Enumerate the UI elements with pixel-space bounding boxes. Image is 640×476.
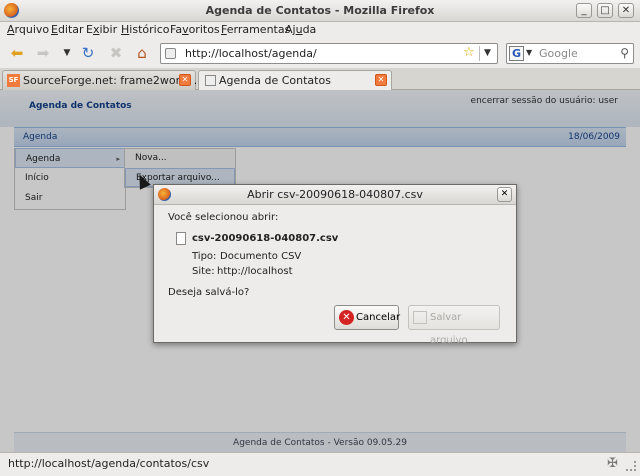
search-bar[interactable]: G ▼ Google ⚲ — [506, 43, 634, 64]
file-type-label: Tipo: — [192, 251, 217, 262]
menu-bar: Arquivo Editar Exibir Histórico Favorito… — [0, 22, 640, 38]
minimize-button[interactable]: _ — [576, 3, 592, 18]
url-dropdown-icon[interactable]: ▼ — [479, 46, 495, 61]
dialog-title: Abrir csv-20090618-040807.csv — [247, 188, 423, 201]
sourceforge-favicon-icon: SF — [7, 74, 20, 87]
save-file-icon — [413, 311, 427, 324]
file-site-label: Site: — [192, 266, 215, 277]
open-file-dialog: Abrir csv-20090618-040807.csv ✕ Você sel… — [153, 184, 517, 346]
tab-close-icon[interactable]: ✕ — [375, 74, 387, 86]
cancel-icon: ✕ — [339, 310, 354, 325]
menu-arquivo[interactable]: Arquivo — [7, 23, 49, 36]
back-arrow-icon[interactable]: ⬅ — [8, 44, 26, 62]
menu-favoritos[interactable]: Favoritos — [170, 23, 220, 36]
tab-bar: SF SourceForge.net: frame2work: ... ✕ Ag… — [0, 68, 640, 91]
menu-ajuda[interactable]: Ajuda — [285, 23, 316, 36]
status-bar: http://localhost/agenda/contatos/csv ✠ — [0, 452, 640, 476]
dialog-question: Deseja salvá-lo? — [168, 287, 250, 298]
menu-editar[interactable]: Editar — [51, 23, 84, 36]
menu-ferramentas[interactable]: Ferramentas — [221, 23, 290, 36]
home-icon[interactable]: ⌂ — [133, 44, 151, 62]
url-text: http://localhost/agenda/ — [185, 47, 317, 60]
dialog-titlebar: Abrir csv-20090618-040807.csv ✕ — [154, 185, 516, 205]
history-dropdown-icon[interactable]: ▼ — [58, 44, 76, 62]
search-engine-dropdown-icon[interactable]: ▼ — [526, 48, 532, 57]
addon-puzzle-icon[interactable]: ✠ — [607, 456, 618, 471]
reload-icon[interactable]: ↻ — [79, 44, 97, 62]
window-titlebar: Agenda de Contatos - Mozilla Firefox _ □… — [0, 0, 640, 22]
save-file-button[interactable]: Salvar arquivo — [408, 305, 500, 346]
menu-exibir[interactable]: Exibir — [86, 23, 117, 36]
status-text: http://localhost/agenda/contatos/csv — [8, 457, 210, 470]
tab-agenda-de-contatos[interactable]: Agenda de Contatos ✕ — [198, 70, 392, 91]
tab-close-icon[interactable]: ✕ — [179, 74, 191, 86]
tab-label: Agenda de Contatos — [219, 74, 331, 87]
forward-arrow-icon[interactable]: ➡ — [34, 44, 52, 62]
menu-historico[interactable]: Histórico — [121, 23, 169, 36]
window-close-button[interactable]: ✕ — [618, 3, 634, 18]
site-identity-icon[interactable] — [165, 48, 176, 59]
stop-icon[interactable]: ✖ — [107, 44, 125, 62]
tab-label: SourceForge.net: frame2work: ... — [23, 74, 205, 87]
dialog-filename: csv-20090618-040807.csv — [192, 233, 339, 244]
search-placeholder: Google — [539, 47, 578, 60]
url-bar[interactable]: http://localhost/agenda/ ☆ ▼ — [160, 43, 498, 64]
search-icon[interactable]: ⚲ — [620, 46, 629, 60]
file-site-value: http://localhost — [217, 266, 293, 277]
dialog-close-button[interactable]: ✕ — [497, 187, 512, 202]
maximize-button[interactable]: □ — [597, 3, 613, 18]
resize-grip-icon[interactable] — [626, 461, 636, 471]
file-type-value: Documento CSV — [220, 251, 302, 262]
file-icon — [176, 232, 186, 245]
bookmark-star-icon[interactable]: ☆ — [463, 45, 475, 60]
page-favicon-icon — [205, 75, 216, 86]
tab-sourceforge[interactable]: SF SourceForge.net: frame2work: ... ✕ — [2, 70, 204, 90]
dialog-prompt: Você selecionou abrir: — [168, 212, 279, 223]
cancel-button[interactable]: ✕ Cancelar — [334, 305, 400, 330]
search-engine-icon[interactable]: G — [509, 46, 524, 61]
window-title: Agenda de Contatos - Mozilla Firefox — [205, 4, 435, 17]
